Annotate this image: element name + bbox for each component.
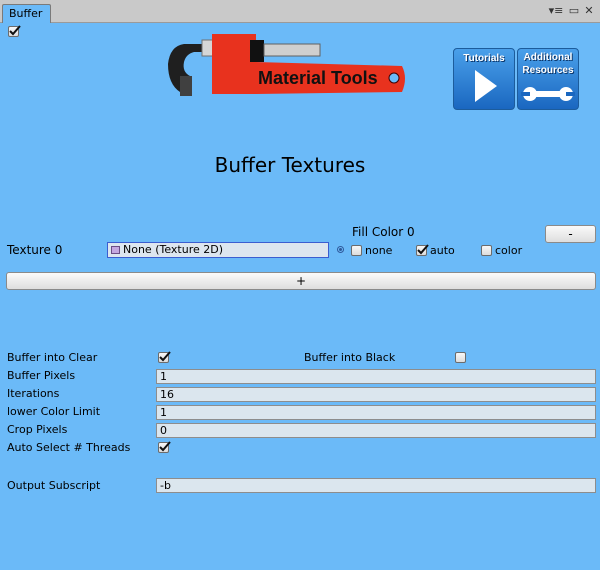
checkmark-icon [417, 244, 429, 255]
buffer-pixels-field[interactable]: 1 [156, 369, 596, 384]
crop-pixels-field[interactable]: 0 [156, 423, 596, 438]
iterations-label: Iterations [7, 387, 60, 400]
fill-auto-label: auto [430, 244, 455, 257]
auto-threads-label: Auto Select # Threads [7, 441, 131, 454]
enable-checkbox[interactable] [8, 25, 21, 37]
texture-object-field[interactable]: None (Texture 2D) [107, 242, 329, 258]
remove-texture-button[interactable]: - [545, 225, 596, 243]
auto-threads-checkbox[interactable] [158, 441, 171, 453]
output-subscript-field[interactable]: -b [156, 478, 596, 493]
buffer-into-clear-checkbox[interactable] [158, 351, 171, 363]
texture-label: Texture 0 [7, 243, 63, 257]
additional-resources-button[interactable]: Additional Resources [517, 48, 579, 110]
checkmark-icon [159, 441, 171, 452]
fill-color-checkbox[interactable] [481, 245, 492, 256]
tutorials-button[interactable]: Tutorials [453, 48, 515, 110]
fill-none-label: none [365, 244, 393, 257]
object-picker-icon[interactable] [337, 246, 344, 253]
logo-text: Material Tools [258, 68, 378, 88]
close-icon[interactable]: ✕ [582, 4, 596, 18]
checkmark-icon [9, 25, 21, 36]
fill-auto-checkbox[interactable] [416, 244, 429, 256]
tab-buffer[interactable]: Buffer [2, 4, 52, 23]
wrench-icon [521, 87, 575, 101]
iterations-field[interactable]: 16 [156, 387, 596, 402]
tab-strip: Buffer ▾≡ ▭ ✕ [0, 0, 600, 23]
buffer-pixels-label: Buffer Pixels [7, 369, 76, 382]
crop-pixels-label: Crop Pixels [7, 423, 68, 436]
lower-color-limit-field[interactable]: 1 [156, 405, 596, 420]
texture-value: None (Texture 2D) [123, 243, 224, 256]
maximize-icon[interactable]: ▭ [567, 4, 581, 18]
buffer-into-black-label: Buffer into Black [304, 351, 396, 364]
material-tools-logo: Material Tools [168, 34, 405, 96]
output-subscript-label: Output Subscript [7, 479, 101, 492]
checkmark-icon [159, 351, 171, 362]
fill-color-option-label: color [495, 244, 523, 257]
buffer-window: Buffer ▾≡ ▭ ✕ Material Tools Tutorials A… [0, 0, 600, 570]
play-icon [475, 70, 497, 102]
buffer-into-black-checkbox[interactable] [455, 352, 466, 363]
window-menu-icon[interactable]: ▾≡ [546, 4, 566, 18]
fill-color-label: Fill Color 0 [352, 225, 415, 239]
add-texture-button[interactable]: + [6, 272, 596, 290]
lower-color-limit-label: lower Color Limit [7, 405, 101, 418]
buffer-into-clear-label: Buffer into Clear [7, 351, 98, 364]
fill-none-checkbox[interactable] [351, 245, 362, 256]
texture2d-icon [111, 246, 120, 254]
page-title: Buffer Textures [214, 153, 366, 177]
